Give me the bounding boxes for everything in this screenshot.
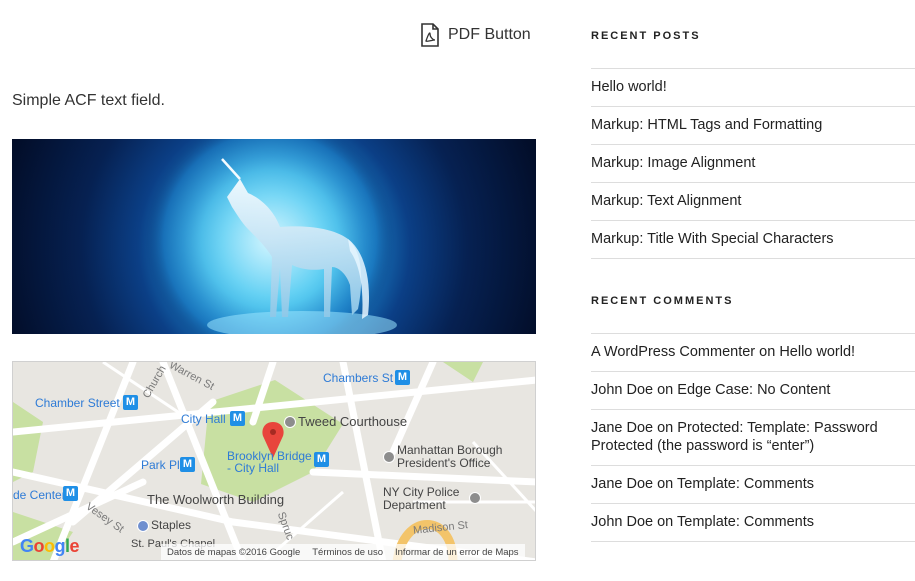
recent-post-link[interactable]: Markup: Title With Special Characters — [591, 231, 834, 247]
map-label-park-pl: Park Pl — [141, 458, 180, 472]
list-item: Jane Doe on Protected: Template: Passwor… — [591, 410, 915, 466]
pdf-file-icon — [420, 23, 440, 47]
pdf-button[interactable]: PDF Button — [420, 22, 531, 48]
pdf-button-label: PDF Button — [448, 26, 531, 43]
metro-icon: M — [230, 411, 245, 426]
google-map[interactable]: Chambers St M Chamber Street M City Hall… — [12, 361, 536, 561]
list-item: A WordPress Commenter on Hello world! — [591, 334, 915, 372]
map-label-brooklyn-bridge: Brooklyn Bridge - City Hall — [227, 449, 312, 475]
recent-post-link[interactable]: Markup: HTML Tags and Formatting — [591, 117, 822, 133]
map-report-error-link[interactable]: Informar de un error de Maps — [395, 547, 519, 558]
list-item: John Doe on Edge Case: No Content — [591, 372, 915, 410]
map-label-woolworth: The Woolworth Building — [147, 492, 285, 507]
map-label-staples: Staples — [151, 518, 192, 532]
landmark-icon — [284, 416, 296, 428]
map-data-attribution: Datos de mapas ©2016 Google — [167, 546, 301, 558]
on-word: on — [657, 514, 674, 530]
comment-author-link[interactable]: A WordPress Commenter — [591, 344, 755, 360]
map-label-manhattan-borough: Manhattan Borough President's Office — [397, 443, 503, 470]
metro-icon: M — [395, 370, 410, 385]
on-word: on — [759, 344, 776, 360]
comment-post-link[interactable]: Template: Comments — [677, 514, 814, 530]
on-word: on — [657, 476, 674, 492]
police-icon — [469, 492, 481, 504]
recent-post-link[interactable]: Markup: Text Alignment — [591, 193, 741, 209]
shopping-icon — [137, 520, 149, 532]
comment-author: Jane Doe — [591, 476, 654, 492]
list-item: Markup: Title With Special Characters — [591, 221, 915, 259]
landmark-icon — [383, 451, 395, 463]
metro-icon: M — [123, 395, 138, 410]
recent-comments-list: A WordPress Commenter on Hello world! Jo… — [591, 333, 915, 542]
map-label-city-hall-station: City Hall — [181, 412, 226, 426]
comment-post-link[interactable]: Edge Case: No Content — [677, 382, 830, 398]
list-item: Markup: HTML Tags and Formatting — [591, 107, 915, 145]
on-word: on — [657, 382, 674, 398]
map-label-chambers-st: Chambers St — [323, 371, 394, 385]
metro-icon: M — [180, 457, 195, 472]
map-label-tweed-courthouse: Tweed Courthouse — [298, 414, 408, 429]
metro-icon: M — [314, 452, 329, 467]
recent-posts-widget: RECENT POSTS Hello world! Markup: HTML T… — [591, 30, 915, 259]
map-label-de-center: de Center — [13, 488, 66, 502]
recent-comments-widget: RECENT COMMENTS A WordPress Commenter on… — [591, 295, 915, 542]
metro-icon: M — [63, 486, 78, 501]
google-logo[interactable]: Google — [20, 536, 80, 557]
unicorn-image — [12, 139, 536, 334]
comment-author: John Doe — [591, 382, 654, 398]
recent-post-link[interactable]: Markup: Image Alignment — [591, 155, 755, 171]
recent-posts-title: RECENT POSTS — [591, 30, 701, 42]
comment-author: Jane Doe — [591, 420, 654, 436]
comment-post-link[interactable]: Template: Comments — [677, 476, 814, 492]
on-word: on — [657, 420, 674, 436]
map-footer: Datos de mapas ©2016 Google Términos de … — [161, 544, 525, 560]
comment-post-link[interactable]: Hello world! — [779, 344, 855, 360]
recent-comments-title: RECENT COMMENTS — [591, 295, 734, 307]
recent-posts-list: Hello world! Markup: HTML Tags and Forma… — [591, 68, 915, 259]
list-item: Hello world! — [591, 69, 915, 107]
map-label-chamber-street: Chamber Street — [35, 396, 120, 410]
comment-author: John Doe — [591, 514, 654, 530]
list-item: Markup: Text Alignment — [591, 183, 915, 221]
recent-post-link[interactable]: Hello world! — [591, 79, 667, 95]
map-terms-link[interactable]: Términos de uso — [312, 547, 383, 558]
acf-text-field: Simple ACF text field. — [12, 92, 165, 109]
list-item: John Doe on Template: Comments — [591, 504, 915, 542]
list-item: Markup: Image Alignment — [591, 145, 915, 183]
list-item: Jane Doe on Template: Comments — [591, 466, 915, 504]
